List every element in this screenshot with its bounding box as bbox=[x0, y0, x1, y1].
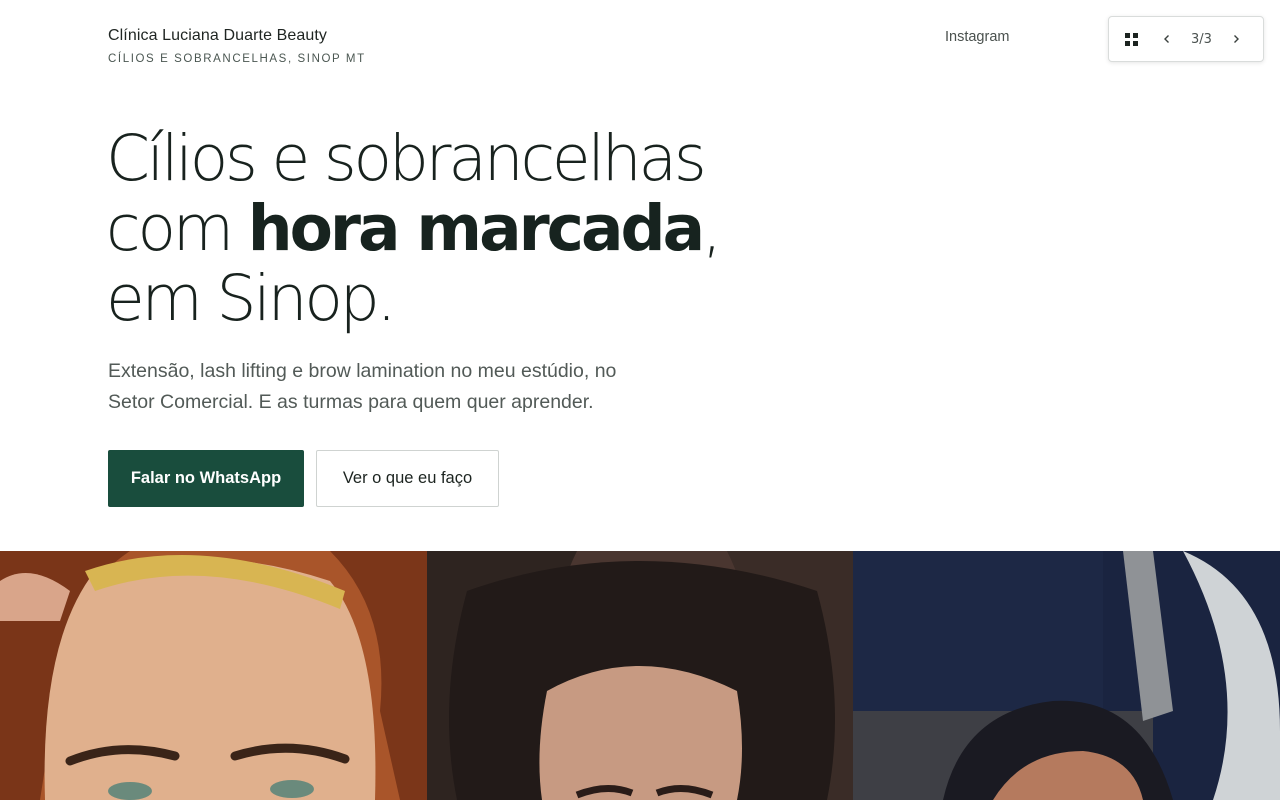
hero-title-line1: Cílios e sobrancelhas bbox=[106, 122, 707, 195]
gallery-photo-1 bbox=[0, 551, 427, 800]
hero-title-line2-pre: com bbox=[106, 192, 248, 265]
hero-title-line2-post: , bbox=[702, 192, 722, 265]
services-button[interactable]: Ver o que eu faço bbox=[316, 450, 499, 507]
brand[interactable]: Clínica Luciana Duarte Beauty CÍLIOS E S… bbox=[108, 27, 366, 65]
next-slide-button[interactable] bbox=[1226, 29, 1246, 49]
brand-tagline: CÍLIOS E SOBRANCELHAS, SINOP MT bbox=[108, 53, 366, 65]
slide-controls: 3/3 bbox=[1108, 16, 1264, 62]
gallery-photo-3 bbox=[853, 551, 1280, 800]
hero-subtitle: Extensão, lash lifting e brow lamination… bbox=[108, 360, 617, 413]
gallery-photo-2 bbox=[427, 551, 853, 800]
brand-name[interactable]: Clínica Luciana Duarte Beauty bbox=[108, 27, 366, 45]
grid-icon bbox=[1124, 32, 1138, 46]
chevron-right-icon bbox=[1233, 35, 1239, 43]
chevron-left-icon bbox=[1164, 35, 1169, 43]
hero-title-highlight: hora marcada bbox=[247, 192, 705, 265]
nav-link-instagram[interactable]: Instagram bbox=[945, 29, 1009, 45]
prev-slide-button[interactable] bbox=[1157, 29, 1177, 49]
grid-view-button[interactable] bbox=[1121, 29, 1141, 49]
photo-gallery bbox=[0, 551, 1280, 800]
hero-title: Cílios e sobrancelhas com hora marcada, … bbox=[106, 124, 726, 334]
whatsapp-button[interactable]: Falar no WhatsApp bbox=[108, 450, 304, 507]
hero-title-line3: em Sinop. bbox=[106, 262, 397, 335]
slide-counter: 3/3 bbox=[1191, 31, 1212, 47]
